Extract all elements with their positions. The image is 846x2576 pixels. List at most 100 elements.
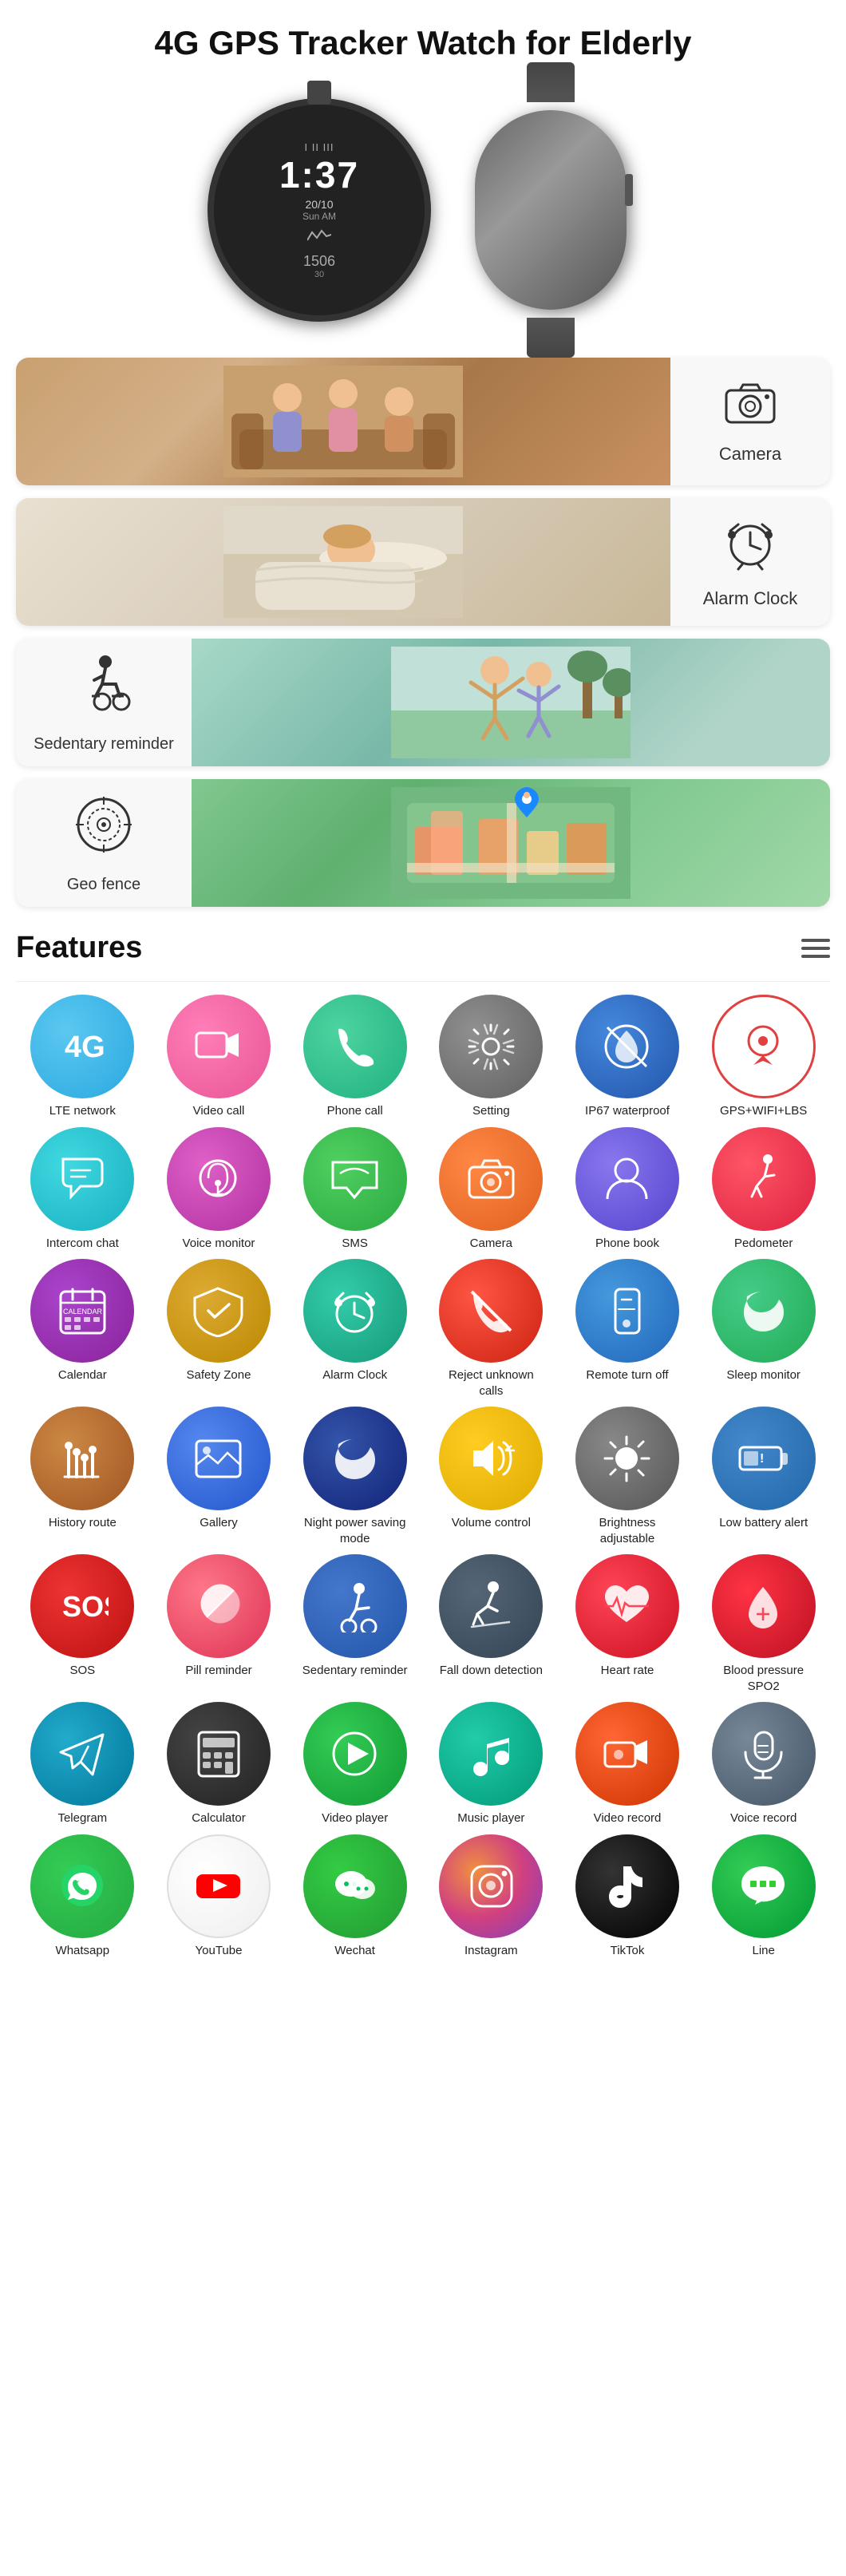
feature-icon-heartrate (575, 1554, 679, 1658)
feature-label-music: Music player (457, 1810, 524, 1826)
feature-circle-volume[interactable] (439, 1407, 543, 1510)
feature-item-lte: 4G LTE network (16, 995, 149, 1119)
feature-circle-gps[interactable] (712, 995, 816, 1098)
feature-icon-lte: 4G (30, 995, 134, 1098)
feature-circle-camera2[interactable] (439, 1127, 543, 1231)
elderly-photo (16, 358, 670, 485)
feature-icon-setting (439, 995, 543, 1098)
feature-item-sos: SOS SOS (16, 1554, 149, 1694)
feature-circle-telegram[interactable] (30, 1702, 134, 1806)
hamburger-line-3 (801, 955, 830, 958)
feature-icon-tiktok (575, 1834, 679, 1938)
geofence-icon-section: Geo fence (16, 779, 192, 907)
feature-icon-volume (439, 1407, 543, 1510)
feature-circle-sms[interactable] (303, 1127, 407, 1231)
feature-circle-sedentary2[interactable] (303, 1554, 407, 1658)
feature-circle-voice-record[interactable] (712, 1702, 816, 1806)
geofence-card-image (192, 779, 830, 907)
feature-icon-night-power (303, 1407, 407, 1510)
feature-label-phone-call: Phone call (327, 1103, 383, 1119)
feature-circle-tiktok[interactable] (575, 1834, 679, 1938)
hamburger-menu-icon[interactable] (801, 939, 830, 958)
feature-circle-whatsapp[interactable] (30, 1834, 134, 1938)
camera-label: Camera (719, 444, 781, 465)
feature-label-calculator: Calculator (192, 1810, 246, 1826)
feature-icon-youtube (168, 1836, 269, 1937)
feature-circle-gallery[interactable] (167, 1407, 271, 1510)
feature-circle-setting[interactable] (439, 995, 543, 1098)
feature-circle-sleep[interactable] (712, 1259, 816, 1363)
svg-text:CALENDAR: CALENDAR (63, 1308, 103, 1316)
feature-circle-voice-monitor[interactable] (167, 1127, 271, 1231)
feature-circle-blood[interactable] (712, 1554, 816, 1658)
feature-circle-instagram[interactable] (439, 1834, 543, 1938)
feature-label-volume: Volume control (452, 1515, 531, 1531)
feature-circle-intercom[interactable] (30, 1127, 134, 1231)
feature-circle-video-record[interactable] (575, 1702, 679, 1806)
feature-circle-calendar[interactable]: CALENDAR (30, 1259, 134, 1363)
feature-circle-safety-zone[interactable] (167, 1259, 271, 1363)
feature-label-reject-calls: Reject unknown calls (435, 1367, 547, 1399)
feature-label-waterproof: IP67 waterproof (585, 1103, 670, 1119)
feature-label-pedometer: Pedometer (734, 1236, 793, 1252)
feature-icon-gallery (167, 1407, 271, 1510)
feature-label-camera2: Camera (470, 1236, 512, 1252)
geofence-label: Geo fence (67, 876, 140, 894)
feature-item-alarm2: Alarm Clock (288, 1259, 421, 1399)
feature-circle-music[interactable] (439, 1702, 543, 1806)
feature-circle-history[interactable] (30, 1407, 134, 1510)
feature-item-instagram: Instagram (425, 1834, 558, 1959)
feature-circle-pill[interactable] (167, 1554, 271, 1658)
feature-item-safety-zone: Safety Zone (152, 1259, 286, 1399)
feature-label-night-power: Night power saving mode (299, 1515, 411, 1546)
feature-circle-wechat[interactable] (303, 1834, 407, 1938)
feature-icon-alarm2 (303, 1259, 407, 1363)
feature-circle-youtube[interactable] (167, 1834, 271, 1938)
feature-item-voice-record: Voice record (697, 1702, 830, 1826)
sleep-photo (16, 498, 670, 626)
camera-icon (722, 378, 778, 436)
feature-label-wechat: Wechat (334, 1943, 375, 1959)
feature-icon-remote-off (575, 1259, 679, 1363)
feature-label-setting: Setting (472, 1103, 510, 1119)
svg-text:SOS: SOS (62, 1590, 109, 1623)
feature-circle-night-power[interactable] (303, 1407, 407, 1510)
feature-icon-blood (712, 1554, 816, 1658)
feature-circle-reject-calls[interactable] (439, 1259, 543, 1363)
feature-label-lte: LTE network (49, 1103, 116, 1119)
feature-item-wechat: Wechat (288, 1834, 421, 1959)
feature-item-night-power: Night power saving mode (288, 1407, 421, 1546)
feature-label-falldown: Fall down detection (440, 1663, 543, 1679)
feature-circle-heartrate[interactable] (575, 1554, 679, 1658)
feature-circle-battery[interactable]: ! (712, 1407, 816, 1510)
feature-circle-pedometer[interactable] (712, 1127, 816, 1231)
feature-label-voice-monitor: Voice monitor (183, 1236, 255, 1252)
feature-label-blood: Blood pressure SPO2 (708, 1663, 820, 1694)
feature-circle-lte[interactable]: 4G (30, 995, 134, 1098)
feature-item-phone-call: Phone call (288, 995, 421, 1119)
feature-item-tiktok: TikTok (561, 1834, 694, 1959)
feature-item-calendar: CALENDAR Calendar (16, 1259, 149, 1399)
feature-item-heartrate: Heart rate (561, 1554, 694, 1694)
feature-circle-brightness[interactable] (575, 1407, 679, 1510)
feature-circle-phone-call[interactable] (303, 995, 407, 1098)
feature-icon-wechat (303, 1834, 407, 1938)
feature-item-gallery: Gallery (152, 1407, 286, 1546)
sedentary-icon-section: Sedentary reminder (16, 639, 192, 766)
feature-circle-video-call[interactable] (167, 995, 271, 1098)
feature-icon-video-player (303, 1702, 407, 1806)
feature-icon-telegram (30, 1702, 134, 1806)
feature-label-pill: Pill reminder (185, 1663, 251, 1679)
feature-circle-sos[interactable]: SOS (30, 1554, 134, 1658)
feature-circle-video-player[interactable] (303, 1702, 407, 1806)
watch-date: 20/10 (279, 198, 359, 211)
feature-circle-falldown[interactable] (439, 1554, 543, 1658)
feature-circle-waterproof[interactable] (575, 995, 679, 1098)
alarm-icon (722, 515, 778, 580)
feature-circle-remote-off[interactable] (575, 1259, 679, 1363)
feature-circle-calculator[interactable] (167, 1702, 271, 1806)
feature-circle-line[interactable] (712, 1834, 816, 1938)
feature-circle-phonebook[interactable] (575, 1127, 679, 1231)
feature-item-history: History route (16, 1407, 149, 1546)
feature-circle-alarm2[interactable] (303, 1259, 407, 1363)
